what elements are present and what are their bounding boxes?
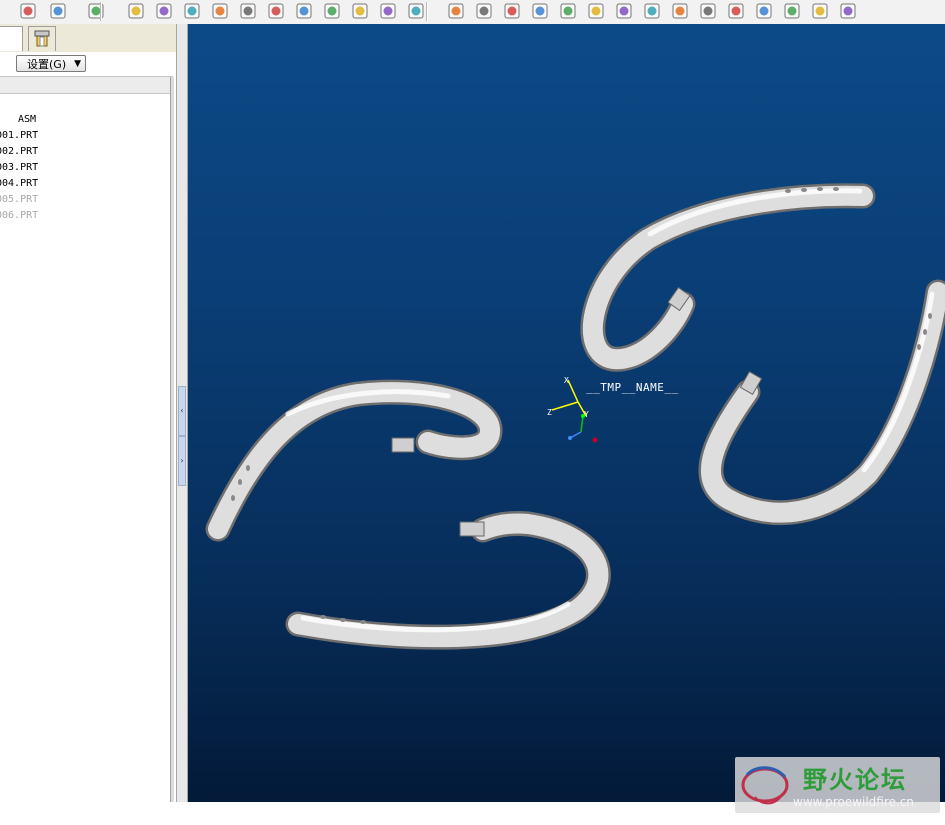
tree-item-part[interactable]: 001.PRT (0, 128, 170, 144)
tree-item-part[interactable]: 005.PRT (0, 192, 170, 208)
section-icon[interactable] (502, 1, 522, 21)
perspective-icon[interactable] (238, 1, 258, 21)
tree-column-header (0, 77, 170, 94)
settings-label: 设置(G) (27, 58, 67, 71)
navigator-panel: 设置(G) ▼ ASM 001.PRT 002.PRT 003.PRT 004.PRT 0… (0, 24, 176, 802)
collapse-handle[interactable]: ‹ (178, 386, 186, 436)
tree-item-part[interactable]: 006.PRT (0, 208, 170, 224)
surface-analysis-icon[interactable] (586, 1, 606, 21)
tube-part-top-right[interactable] (580, 183, 876, 372)
scene-icon[interactable] (154, 1, 174, 21)
dimension-icon[interactable] (446, 1, 466, 21)
graphics-viewport[interactable]: X Z Y __TMP__NAME__ (188, 24, 945, 802)
csys-name-label: __TMP__NAME__ (586, 381, 679, 394)
render-setup-icon[interactable] (322, 1, 342, 21)
tube-end-sleeve (391, 437, 415, 453)
model-canvas[interactable]: X Z Y (188, 24, 945, 802)
tube-part-left[interactable] (205, 379, 503, 542)
toolbar-separator (426, 2, 428, 21)
hammer-icon (34, 30, 50, 47)
light-icon[interactable] (210, 1, 230, 21)
watermark-title: 野火论坛 (803, 766, 907, 794)
chevron-down-icon: ▼ (74, 59, 81, 69)
tube-end-sleeve (459, 521, 485, 537)
curve-analysis-icon[interactable] (558, 1, 578, 21)
settings-dropdown-button[interactable]: 设置(G) ▼ (16, 55, 86, 72)
layout-icon[interactable] (48, 1, 68, 21)
settings-icon[interactable] (782, 1, 802, 21)
reflection-icon[interactable] (726, 1, 746, 21)
environment-icon[interactable] (266, 1, 286, 21)
expand-handle[interactable]: › (178, 436, 186, 486)
view-manager-icon[interactable] (18, 1, 38, 21)
main-toolbar (0, 0, 945, 25)
tree-item-part[interactable]: 003.PRT (0, 160, 170, 176)
render-icon[interactable] (406, 1, 426, 21)
tree-columns-icon[interactable] (86, 1, 106, 21)
tab-model-tree[interactable] (0, 26, 23, 51)
sphere-icon[interactable] (378, 1, 398, 21)
tree-item-part[interactable]: 002.PRT (0, 144, 170, 160)
clearance-icon[interactable] (530, 1, 550, 21)
tube-part-bottom[interactable] (285, 511, 611, 650)
curvature-icon[interactable] (614, 1, 634, 21)
panel-scrollbar[interactable] (170, 77, 174, 802)
offset-icon[interactable] (698, 1, 718, 21)
tube-part-right[interactable] (698, 279, 945, 526)
zoom-icon[interactable] (838, 1, 858, 21)
angle-icon[interactable] (474, 1, 494, 21)
axis-label-y: Y (584, 410, 589, 419)
saved-view-icon[interactable] (810, 1, 830, 21)
draft-icon[interactable] (670, 1, 690, 21)
shade-analysis-icon[interactable] (642, 1, 662, 21)
tree-item-assembly[interactable]: ASM (18, 112, 170, 128)
color-icon[interactable] (126, 1, 146, 21)
appearance-icon[interactable] (350, 1, 370, 21)
texture-icon[interactable] (182, 1, 202, 21)
tree-item-part[interactable]: 004.PRT (0, 176, 170, 192)
panel-splitter[interactable]: ‹ › (176, 24, 188, 802)
render-room-icon[interactable] (294, 1, 314, 21)
toolbar-separator (100, 2, 102, 21)
measure-icon[interactable] (754, 1, 774, 21)
panel-tabs (0, 24, 176, 52)
settings-bar: 设置(G) ▼ (0, 52, 173, 77)
model-tree: ASM 001.PRT 002.PRT 003.PRT 004.PRT 005.PRT 00… (0, 112, 170, 224)
axis-label-x: X (564, 376, 569, 385)
axis-label-z: Z (547, 408, 552, 417)
watermark-url: www.proewildfire.cn (793, 795, 914, 809)
tab-layer[interactable] (28, 26, 56, 51)
forum-watermark: 野火论坛 www.proewildfire.cn (735, 757, 940, 813)
